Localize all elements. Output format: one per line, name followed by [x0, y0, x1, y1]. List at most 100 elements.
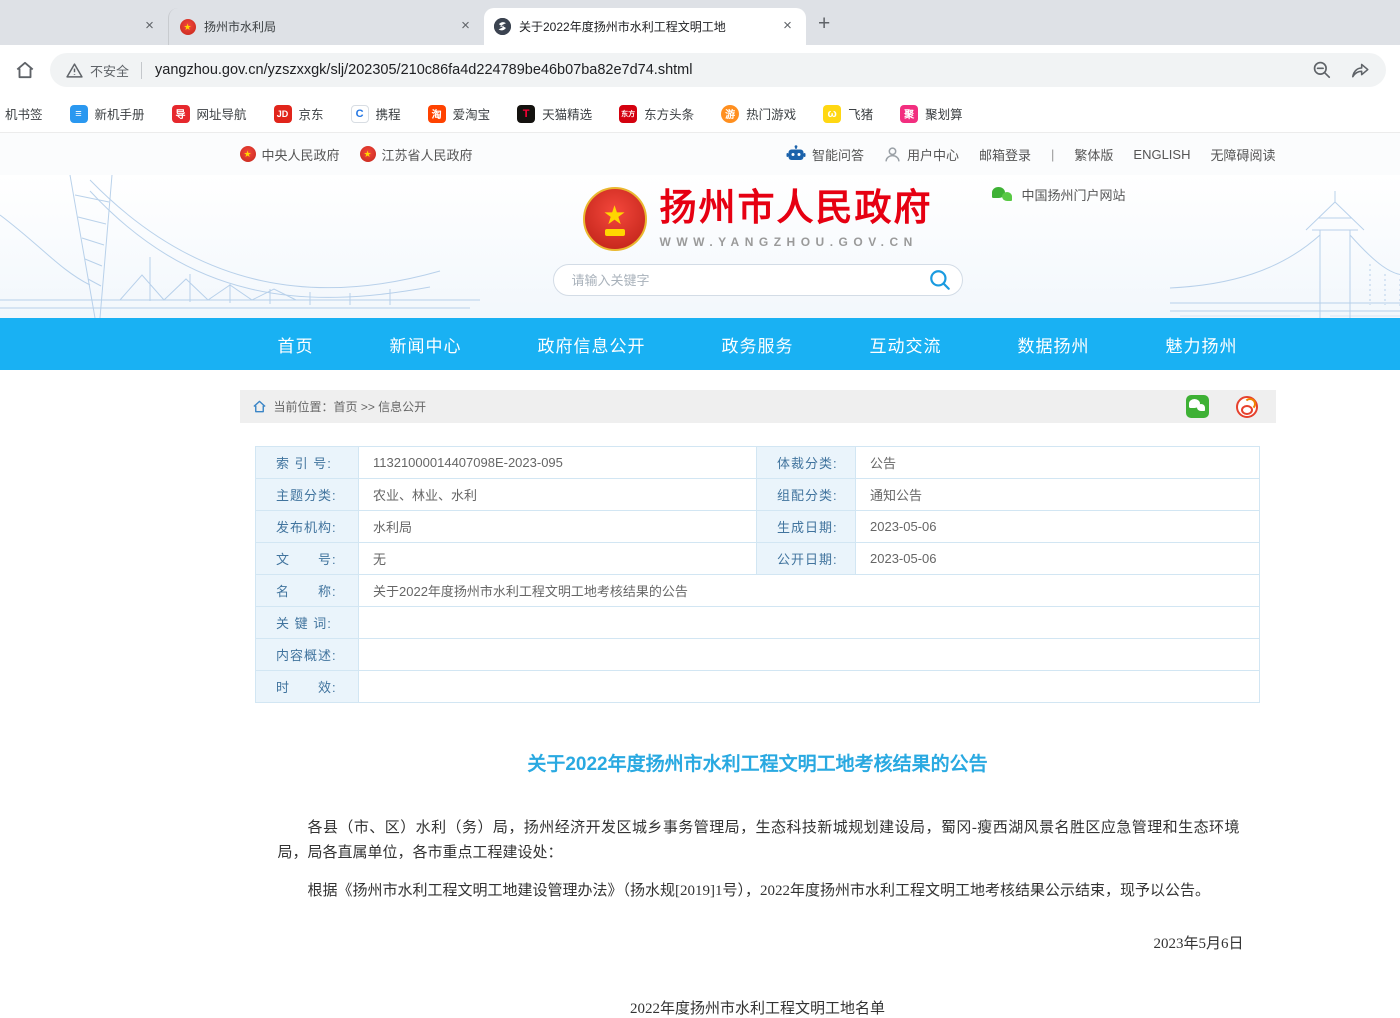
user-icon — [884, 146, 901, 163]
site-url-text: WWW.YANGZHOU.GOV.CN — [660, 235, 933, 249]
jd-icon: JD — [274, 105, 292, 123]
link-mail-login[interactable]: 邮箱登录 — [979, 145, 1031, 164]
portal-label: 中国扬州门户网站 — [1021, 185, 1125, 204]
meta-label-cell: 关 键 词: — [256, 607, 359, 639]
bookmarks-bar: 机书签 ≡新机手册 导网址导航 JD 京东 C携程 淘爱淘宝 T 天猫精选 东方东方… — [0, 95, 1400, 133]
tab-title: 扬州市水利局 — [204, 18, 449, 35]
bookmark-item[interactable]: 导网址导航 — [172, 104, 247, 123]
link-label: 智能问答 — [812, 145, 864, 164]
portal-link[interactable]: 中国扬州门户网站 — [992, 185, 1125, 204]
fliggy-pig-icon: ω — [823, 105, 841, 123]
close-icon[interactable]: × — [457, 18, 474, 35]
link-english[interactable]: ENGLISH — [1133, 147, 1190, 162]
tab-title: 关于2022年度扬州市水利工程文明工地 — [519, 18, 771, 35]
meta-value-cell: 2023-05-06 — [856, 511, 1260, 543]
article-paragraph: 各县（市、区）水利（务）局，扬州经济开发区城乡事务管理局，生态科技新城规划建设局… — [278, 816, 1240, 866]
nav-interaction[interactable]: 互动交流 — [870, 332, 942, 357]
nav-data[interactable]: 数据扬州 — [1018, 332, 1090, 357]
robot-icon — [786, 145, 806, 163]
gov-emblem-icon: ★ — [360, 146, 376, 162]
new-tab-button[interactable]: + — [818, 12, 830, 36]
share-icon[interactable] — [1350, 60, 1370, 80]
bookmark-item[interactable]: 机书签 — [5, 104, 43, 123]
table-row: 索 引 号: 11321000014407098E-2023-095 体裁分类:… — [256, 447, 1260, 479]
link-label: 无障碍阅读 — [1210, 145, 1275, 164]
meta-value-cell: 农业、林业、水利 — [359, 479, 757, 511]
meta-label-cell: 公开日期: — [757, 543, 856, 575]
link-accessibility[interactable]: 无障碍阅读 — [1210, 145, 1275, 164]
search-icon[interactable] — [928, 268, 952, 292]
meta-value-cell: 通知公告 — [856, 479, 1260, 511]
link-label: 邮箱登录 — [979, 145, 1031, 164]
gov-emblem-icon: ★ — [180, 19, 196, 35]
divider: | — [1051, 147, 1054, 162]
breadcrumb-home-icon — [252, 399, 267, 414]
utility-bar: ★ 中央人民政府 ★ 江苏省人民政府 智能问答 用户中心 邮箱登录 | — [0, 133, 1400, 175]
close-icon[interactable]: × — [779, 18, 796, 35]
link-label: 江苏省人民政府 — [382, 145, 473, 164]
table-row: 关 键 词: — [256, 607, 1260, 639]
meta-value-cell: 11321000014407098E-2023-095 — [359, 447, 757, 479]
bookmark-label: 爱淘宝 — [453, 104, 491, 123]
list-heading: 2022年度扬州市水利工程文明工地名单 — [240, 997, 1276, 1018]
wechat-share-icon[interactable] — [1186, 395, 1209, 418]
tab-shuiliju[interactable]: ★ 扬州市水利局 × — [168, 8, 484, 45]
close-icon[interactable]: × — [141, 18, 158, 35]
url-field[interactable]: 不安全 yangzhou.gov.cn/yzszxxgk/slj/202305/… — [50, 53, 1386, 87]
bookmark-label: 聚划算 — [925, 104, 963, 123]
meta-label-cell: 文 号: — [256, 543, 359, 575]
link-user-center[interactable]: 用户中心 — [884, 145, 959, 164]
nav-news[interactable]: 新闻中心 — [390, 332, 462, 357]
bookmark-item[interactable]: ≡新机手册 — [70, 104, 145, 123]
article-paragraph: 根据《扬州市水利工程文明工地建设管理办法》（扬水规[2019]1号），2022年… — [278, 879, 1240, 904]
bookmark-item[interactable]: ω飞猪 — [823, 104, 873, 123]
article-body: 各县（市、区）水利（务）局，扬州经济开发区城乡事务管理局，生态科技新城规划建设局… — [240, 816, 1276, 904]
bookmark-label: 京东 — [299, 104, 324, 123]
nav-home[interactable]: 首页 — [278, 332, 314, 357]
url-text[interactable]: yangzhou.gov.cn/yzszxxgk/slj/202305/210c… — [155, 62, 1300, 78]
link-smart-qa[interactable]: 智能问答 — [786, 145, 864, 164]
site-header-banner: ★ 扬州市人民政府 WWW.YANGZHOU.GOV.CN 中国扬州门户网站 — [0, 175, 1400, 318]
link-central-gov[interactable]: ★ 中央人民政府 — [240, 145, 340, 164]
site-favicon-icon — [494, 18, 511, 35]
meta-label-cell: 主题分类: — [256, 479, 359, 511]
bookmark-item[interactable]: 东方东方头条 — [619, 104, 694, 123]
security-label: 不安全 — [90, 61, 129, 80]
bookmark-item[interactable]: 淘爱淘宝 — [428, 104, 491, 123]
bookmark-item[interactable]: 游热门游戏 — [721, 104, 796, 123]
divider — [141, 62, 142, 79]
bookmark-item[interactable]: C携程 — [351, 104, 401, 123]
bookmark-item[interactable]: T 天猫精选 — [517, 104, 592, 123]
meta-value-cell — [359, 607, 1260, 639]
meta-label-cell: 组配分类: — [757, 479, 856, 511]
table-row: 时 效: — [256, 671, 1260, 703]
tab-partial[interactable]: × — [0, 8, 168, 45]
article-title: 关于2022年度扬州市水利工程文明工地考核结果的公告 — [240, 749, 1276, 776]
zoom-out-icon[interactable] — [1312, 60, 1332, 80]
meta-label-cell: 时 效: — [256, 671, 359, 703]
tmall-icon: T — [517, 105, 535, 123]
not-secure-warning-icon — [66, 62, 83, 79]
nav-info-disclosure[interactable]: 政府信息公开 — [538, 332, 646, 357]
manual-icon: ≡ — [70, 105, 88, 123]
bookmark-item[interactable]: JD 京东 — [274, 104, 324, 123]
link-traditional[interactable]: 繁体版 — [1074, 145, 1113, 164]
weibo-share-icon[interactable] — [1236, 396, 1258, 418]
meta-value-cell — [359, 671, 1260, 703]
document-meta-table: 索 引 号: 11321000014407098E-2023-095 体裁分类:… — [255, 446, 1260, 703]
nav-services[interactable]: 政务服务 — [722, 332, 794, 357]
search-input[interactable] — [570, 272, 928, 289]
breadcrumb[interactable]: 当前位置：首页 >> 信息公开 — [274, 398, 427, 415]
link-label: 用户中心 — [907, 145, 959, 164]
home-icon[interactable] — [14, 59, 36, 81]
bookmark-item[interactable]: 聚聚划算 — [900, 104, 963, 123]
table-row: 发布机构: 水利局 生成日期: 2023-05-06 — [256, 511, 1260, 543]
meta-value-cell: 水利局 — [359, 511, 757, 543]
game-icon: 游 — [721, 105, 739, 123]
nav-charm[interactable]: 魅力扬州 — [1166, 332, 1238, 357]
bookmark-label: 天猫精选 — [542, 104, 592, 123]
tab-active-announcement[interactable]: 关于2022年度扬州市水利工程文明工地 × — [484, 8, 806, 45]
meta-label-cell: 索 引 号: — [256, 447, 359, 479]
link-jiangsu-gov[interactable]: ★ 江苏省人民政府 — [360, 145, 473, 164]
national-emblem-icon: ★ — [583, 187, 647, 251]
